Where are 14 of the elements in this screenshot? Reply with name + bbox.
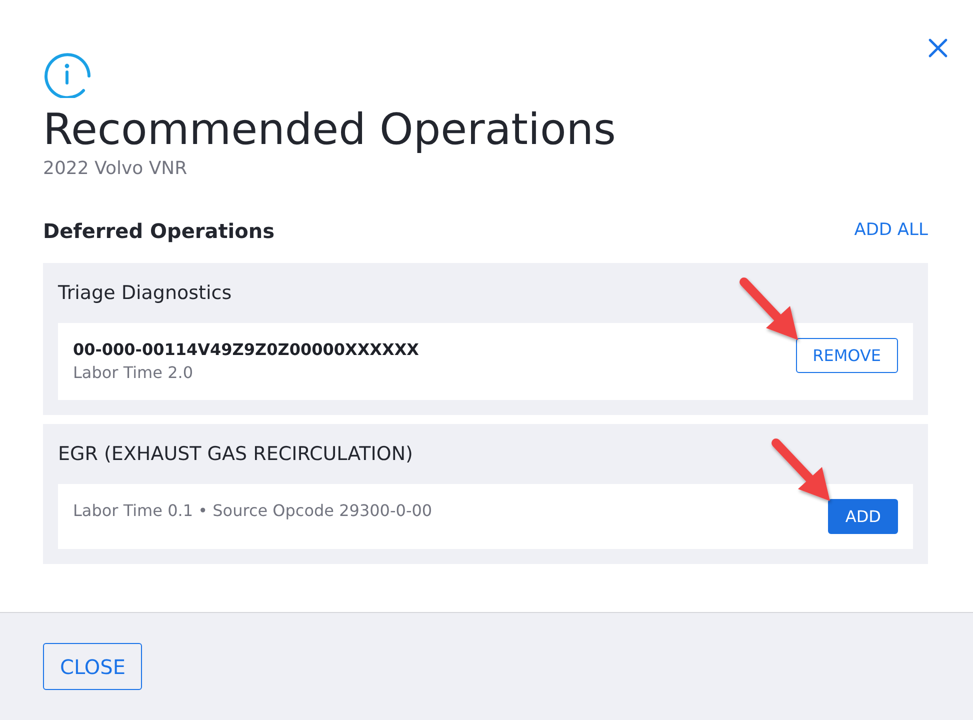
close-button[interactable]: CLOSE	[43, 643, 142, 690]
add-button[interactable]: ADD	[828, 499, 898, 534]
add-all-link[interactable]: ADD ALL	[854, 218, 928, 244]
dialog-title: Recommended Operations	[43, 105, 617, 157]
section-heading: Deferred Operations	[43, 218, 275, 243]
operation-details: Labor Time 2.0	[73, 362, 194, 384]
vehicle-subtitle: 2022 Volvo VNR	[43, 156, 188, 180]
remove-button[interactable]: REMOVE	[796, 338, 898, 374]
operation-code: 00-000-00114V49Z9Z0Z00000XXXXXX	[73, 339, 420, 362]
group-title: Triage Diagnostics	[58, 281, 233, 306]
info-icon	[43, 50, 91, 98]
close-icon[interactable]	[928, 38, 948, 58]
group-title: EGR (EXHAUST GAS RECIRCULATION)	[58, 442, 414, 468]
operation-details: Labor Time 0.1 • Source Opcode 29300-0-00	[73, 500, 432, 522]
